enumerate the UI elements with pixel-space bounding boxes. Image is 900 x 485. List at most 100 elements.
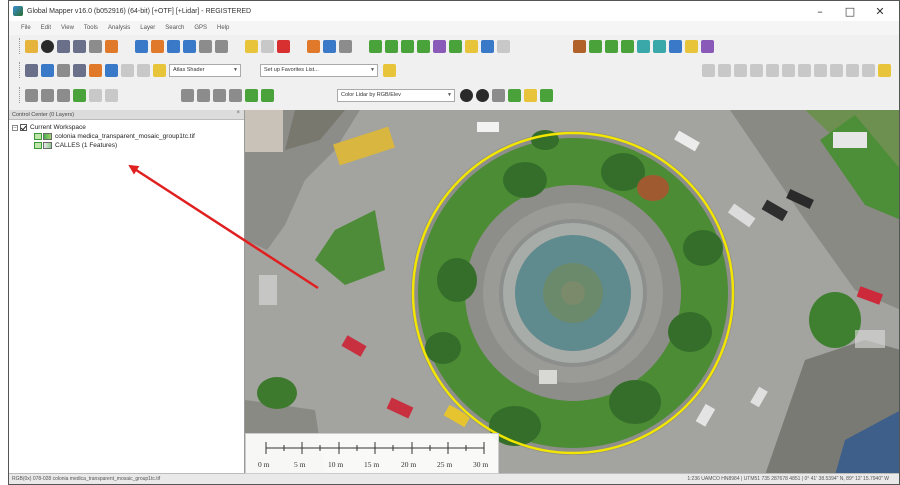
terrain-8-icon[interactable] <box>481 39 494 53</box>
shader-select[interactable]: Atlas Shader ▼ <box>169 63 241 77</box>
collapse-toggle-icon[interactable]: – <box>12 124 18 131</box>
delete-icon[interactable] <box>277 39 290 53</box>
lidar-4-icon[interactable] <box>621 39 634 53</box>
zoom-in-icon[interactable] <box>167 39 180 53</box>
shader-icon[interactable] <box>153 63 166 77</box>
menu-analysis[interactable]: Analysis <box>108 25 130 31</box>
layout-icon[interactable] <box>25 63 38 77</box>
pointer-icon[interactable] <box>135 39 148 53</box>
menu-help[interactable]: Help <box>217 25 229 31</box>
maximize-button[interactable]: □ <box>835 1 865 21</box>
digitize-7-icon[interactable] <box>798 63 811 77</box>
menu-layer[interactable]: Layer <box>140 25 155 31</box>
draw-2-icon[interactable] <box>41 88 54 102</box>
lidar-icon[interactable] <box>573 39 586 53</box>
draw-icon[interactable] <box>25 88 38 102</box>
digitize-4-icon[interactable] <box>750 63 763 77</box>
layer-item-calles[interactable]: CALLES (1 Features) <box>12 141 244 150</box>
lidar-6-icon[interactable] <box>653 39 666 53</box>
draw-6-icon[interactable] <box>105 88 118 102</box>
line-tool-2-icon[interactable] <box>197 88 210 102</box>
lidar-filter-5-icon[interactable] <box>524 88 537 102</box>
lidar-filter-icon[interactable] <box>460 88 473 102</box>
config-icon[interactable] <box>105 39 118 53</box>
terrain-4-icon[interactable] <box>417 39 430 53</box>
lidar-7-icon[interactable] <box>669 39 682 53</box>
table-icon[interactable] <box>73 63 86 77</box>
zoom-out-icon[interactable] <box>183 39 196 53</box>
lidar-8-icon[interactable] <box>685 39 698 53</box>
digitize-9-icon[interactable] <box>830 63 843 77</box>
layer-checkbox[interactable] <box>34 142 42 149</box>
lidar-filter-4-icon[interactable] <box>508 88 521 102</box>
lidar-filter-2-icon[interactable] <box>476 88 489 102</box>
info-icon[interactable] <box>323 39 336 53</box>
star-icon[interactable] <box>383 63 396 77</box>
line-tool-icon[interactable] <box>181 88 194 102</box>
open-folder-icon[interactable] <box>25 39 38 53</box>
grid-icon[interactable] <box>137 63 150 77</box>
digitize-2-icon[interactable] <box>718 63 731 77</box>
layer-checkbox[interactable] <box>34 133 42 140</box>
line-tool-4-icon[interactable] <box>229 88 242 102</box>
menu-file[interactable]: File <box>21 25 31 31</box>
diamond-icon[interactable] <box>307 39 320 53</box>
play-icon[interactable] <box>57 63 70 77</box>
color-lidar-select[interactable]: Color Lidar by RGB/Elev ▼ <box>337 88 455 102</box>
toolbar-grip[interactable] <box>19 38 22 54</box>
close-icon[interactable]: × <box>236 110 240 116</box>
terrain-2-icon[interactable] <box>385 39 398 53</box>
terrain-3-icon[interactable] <box>401 39 414 53</box>
path-icon[interactable] <box>89 63 102 77</box>
select-icon[interactable] <box>261 39 274 53</box>
lidar-5-icon[interactable] <box>637 39 650 53</box>
terrain-icon[interactable] <box>369 39 382 53</box>
draw-5-icon[interactable] <box>89 88 102 102</box>
menu-tools[interactable]: Tools <box>84 25 98 31</box>
close-button[interactable]: ✕ <box>865 1 895 21</box>
profile-icon[interactable] <box>105 63 118 77</box>
toolbar-grip[interactable] <box>19 87 22 103</box>
layer-item-mosaic[interactable]: colonia medica_transparent_mosaic_group1… <box>12 132 244 141</box>
menu-gps[interactable]: GPS <box>194 25 207 31</box>
draw-3-icon[interactable] <box>57 88 70 102</box>
toolbar-grip[interactable] <box>19 62 22 78</box>
menu-view[interactable]: View <box>61 25 74 31</box>
line-tool-5-icon[interactable] <box>245 88 258 102</box>
draw-4-icon[interactable] <box>73 88 86 102</box>
save-icon[interactable] <box>57 39 70 53</box>
digitize-icon[interactable] <box>702 63 715 77</box>
workspace-node[interactable]: – Current Workspace <box>12 123 244 132</box>
terrain-7-icon[interactable] <box>465 39 478 53</box>
close-tool-icon[interactable] <box>497 39 510 53</box>
terrain-6-icon[interactable] <box>449 39 462 53</box>
edit-pencil-icon[interactable] <box>245 39 258 53</box>
digitize-11-icon[interactable] <box>862 63 875 77</box>
workspace-checkbox[interactable] <box>20 124 27 131</box>
digitize-8-icon[interactable] <box>814 63 827 77</box>
digitize-10-icon[interactable] <box>846 63 859 77</box>
minimize-button[interactable]: – <box>805 1 835 21</box>
favorites-select[interactable]: Set up Favorites List... ▼ <box>260 63 378 77</box>
home-icon[interactable] <box>215 39 228 53</box>
digitize-5-icon[interactable] <box>766 63 779 77</box>
digitize-3-icon[interactable] <box>734 63 747 77</box>
back-icon[interactable] <box>199 39 212 53</box>
lidar-9-icon[interactable] <box>701 39 714 53</box>
terrain-5-icon[interactable] <box>433 39 446 53</box>
map-view[interactable] <box>245 110 899 475</box>
globe-icon[interactable] <box>41 39 54 53</box>
menu-edit[interactable]: Edit <box>41 25 51 31</box>
measure-icon[interactable] <box>339 39 352 53</box>
line-tool-3-icon[interactable] <box>213 88 226 102</box>
print-icon[interactable] <box>73 39 86 53</box>
wrench-icon[interactable] <box>89 39 102 53</box>
digitize-6-icon[interactable] <box>782 63 795 77</box>
menu-search[interactable]: Search <box>165 25 184 31</box>
3d-view-icon[interactable] <box>41 63 54 77</box>
lidar-filter-6-icon[interactable] <box>540 88 553 102</box>
lidar-2-icon[interactable] <box>589 39 602 53</box>
line-tool-6-icon[interactable] <box>261 88 274 102</box>
chart-icon[interactable] <box>121 63 134 77</box>
pan-icon[interactable] <box>151 39 164 53</box>
